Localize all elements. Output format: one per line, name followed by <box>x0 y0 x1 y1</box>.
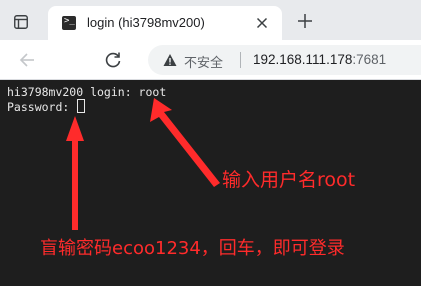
security-status-label[interactable]: 不安全 <box>184 52 223 71</box>
password-arrow-annotation <box>66 116 84 230</box>
password-prompt: Password: <box>7 100 77 114</box>
password-hint-annotation: 盲输密码ecoo1234，回车，即可登录 <box>40 238 345 259</box>
tab-strip: >_ login (hi3798mv200) <box>0 0 421 40</box>
username-arrow-annotation <box>150 98 220 187</box>
url-host: 192.168.111.178 <box>253 52 353 67</box>
close-tab-icon[interactable] <box>256 17 268 29</box>
back-arrow-icon[interactable] <box>19 52 35 68</box>
username-hint-annotation: 输入用户名root <box>222 169 356 191</box>
terminal-line-password: Password: <box>7 99 86 114</box>
address-bar[interactable]: 不安全 192.168.111.178:7681 <box>148 45 421 75</box>
address-divider <box>240 52 241 68</box>
url-port: :7681 <box>352 52 387 67</box>
url-text[interactable]: 192.168.111.178:7681 <box>253 52 386 67</box>
terminal-line-login: hi3798mv200 login: root <box>7 85 167 99</box>
tab-actions-icon[interactable] <box>14 15 28 29</box>
active-tab[interactable]: >_ login (hi3798mv200) <box>48 6 282 40</box>
warning-icon[interactable] <box>163 53 177 67</box>
tab-title: login (hi3798mv200) <box>87 15 205 30</box>
new-tab-icon[interactable] <box>297 13 313 29</box>
terminal-cursor <box>77 99 86 113</box>
terminal-favicon-icon: >_ <box>62 16 76 30</box>
favicon-glyph: >_ <box>64 16 75 26</box>
browser-toolbar: 不安全 192.168.111.178:7681 <box>0 40 421 80</box>
reload-icon[interactable] <box>104 51 122 69</box>
